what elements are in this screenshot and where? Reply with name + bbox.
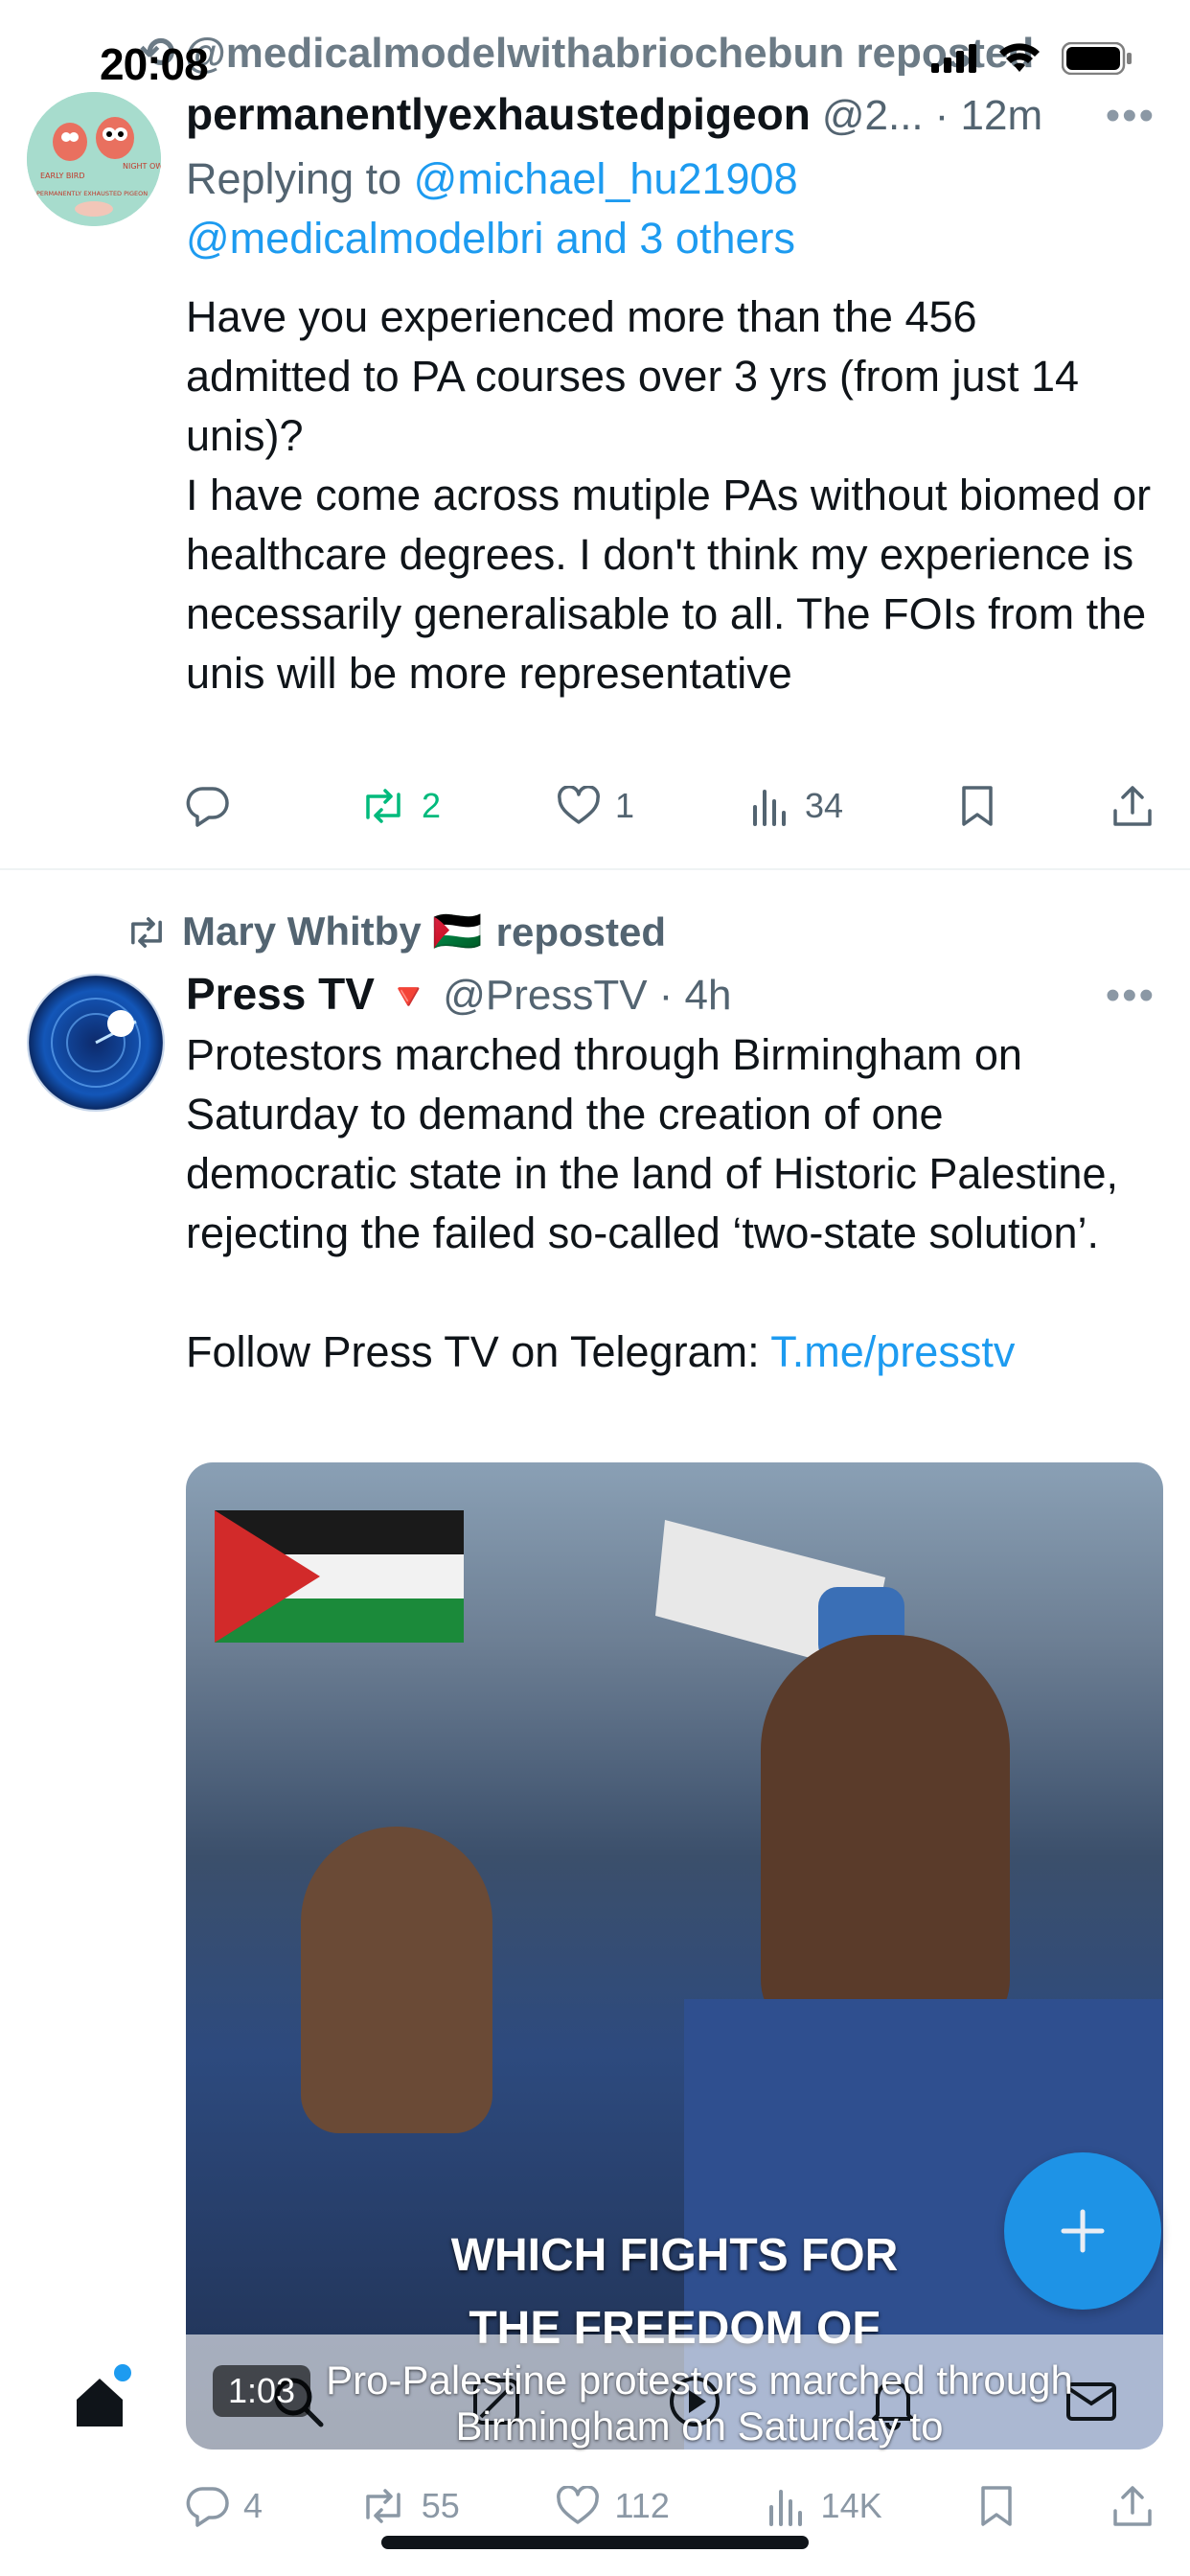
- bookmark-icon: [962, 786, 993, 826]
- like-count: 1: [614, 786, 634, 825]
- views-icon: [752, 790, 786, 826]
- battery-icon: [1062, 42, 1132, 75]
- share-button[interactable]: [1111, 2484, 1154, 2528]
- handle[interactable]: @2...: [822, 92, 924, 140]
- share-button[interactable]: [1111, 784, 1154, 828]
- replying-prefix: Replying to: [186, 154, 414, 203]
- like-count: 112: [614, 2486, 670, 2525]
- heart-icon: [558, 786, 600, 824]
- telegram-link[interactable]: T.me/presstv: [770, 1327, 1015, 1376]
- share-icon: [1113, 2486, 1152, 2526]
- repost-text: @medicalmodelwithabriochebun reposted: [184, 30, 1035, 77]
- bookmark-button[interactable]: [958, 784, 996, 828]
- reply-count: 4: [243, 2486, 263, 2525]
- tweet-text: Protestors marched through Birmingham on…: [186, 1025, 1154, 1382]
- bookmark-button[interactable]: [977, 2484, 1016, 2528]
- repost-button[interactable]: 2: [358, 786, 441, 826]
- affiliate-badge: 🔻: [385, 978, 432, 1018]
- tweet-paragraph: Protestors marched through Birmingham on…: [186, 1030, 1118, 1257]
- more-options-icon[interactable]: •••: [1106, 92, 1156, 140]
- reposter-name[interactable]: Mary Whitby 🇵🇸: [182, 908, 483, 955]
- tweet-text: Have you experienced more than the 456 a…: [186, 288, 1154, 703]
- signal-icon: [931, 44, 976, 73]
- reply-button[interactable]: 4: [186, 2485, 263, 2527]
- repost-icon: [365, 2489, 400, 2523]
- like-button[interactable]: 1: [556, 786, 634, 826]
- views-button[interactable]: 14K: [766, 2486, 882, 2526]
- repost-icon: [131, 916, 162, 948]
- handle[interactable]: @PressTV: [443, 972, 647, 1020]
- pigeon-avatar-icon: EARLY BIRD NIGHT OWL PERMANENTLY EXHAUST…: [27, 92, 161, 226]
- wifi-icon: [999, 43, 1040, 72]
- palestine-flag-image: [215, 1510, 464, 1643]
- views-icon: [768, 2490, 802, 2526]
- heart-icon: [557, 2486, 600, 2524]
- tweet-header: permanentlyexhaustedpigeon @2... · 12m: [186, 88, 1042, 140]
- repost-count: 2: [421, 786, 441, 825]
- like-button[interactable]: 112: [555, 2486, 670, 2526]
- reply-button[interactable]: [186, 785, 243, 827]
- display-name[interactable]: permanentlyexhaustedpigeon: [186, 88, 811, 140]
- avatar[interactable]: EARLY BIRD NIGHT OWL PERMANENTLY EXHAUST…: [27, 92, 161, 226]
- timestamp[interactable]: · 12m: [935, 92, 1042, 140]
- person-image: [301, 1827, 492, 2133]
- home-indicator[interactable]: [381, 2536, 809, 2549]
- repost-button[interactable]: 55: [358, 2486, 460, 2526]
- tweet-actions: 2 1 34: [186, 784, 1154, 828]
- share-icon: [1113, 786, 1152, 826]
- plus-icon: [1061, 2209, 1105, 2253]
- follow-text: Follow Press TV on Telegram:: [186, 1327, 771, 1376]
- status-icons: [931, 42, 1133, 75]
- svg-text:PERMANENTLY EXHAUSTED PIGEON: PERMANENTLY EXHAUSTED PIGEON: [36, 190, 148, 197]
- views-button[interactable]: 34: [749, 786, 843, 826]
- avatar[interactable]: [27, 974, 165, 1112]
- svg-text:NIGHT OWL: NIGHT OWL: [123, 162, 161, 171]
- repost-icon: [366, 789, 400, 823]
- tweet-divider: [0, 868, 1190, 870]
- tweet-paragraph: Have you experienced more than the 456 a…: [186, 292, 1080, 460]
- presstv-logo-icon: [51, 998, 141, 1088]
- view-count: 14K: [820, 2486, 882, 2525]
- home-tab[interactable]: [57, 2358, 143, 2445]
- svg-text:EARLY BIRD: EARLY BIRD: [40, 172, 84, 180]
- more-options-icon[interactable]: •••: [1106, 972, 1156, 1020]
- repost-suffix: reposted: [495, 908, 667, 954]
- compose-button[interactable]: [1004, 2152, 1161, 2310]
- replying-user-link[interactable]: @michael_hu21908: [414, 154, 798, 203]
- person-image: [761, 1635, 1010, 2037]
- reply-icon: [186, 787, 229, 827]
- repost-indicator: Mary Whitby 🇵🇸 reposted: [125, 908, 666, 955]
- video-title: Pro-Palestine protestors marched through…: [326, 2358, 1073, 2449]
- repost-count: 55: [421, 2486, 460, 2525]
- timestamp[interactable]: · 4h: [659, 972, 732, 1020]
- tweet-paragraph: I have come across mutiple PAs without b…: [186, 471, 1152, 698]
- bookmark-icon: [981, 2486, 1013, 2526]
- tweet-actions: 4 55 112 14K: [186, 2484, 1154, 2528]
- tweet-paragraph: Follow Press TV on Telegram: T.me/presst…: [186, 1322, 1154, 1382]
- notification-dot: [113, 2364, 131, 2381]
- tweet-header: Press TV 🔻 @PressTV · 4h: [186, 968, 731, 1020]
- replying-others-link[interactable]: @medicalmodelbri and 3 others: [186, 214, 795, 263]
- video-player[interactable]: WHICH FIGHTS FOR THE FREEDOM OF: [186, 1462, 1163, 2450]
- status-time: 20:08: [100, 39, 209, 89]
- display-name[interactable]: Press TV: [186, 968, 375, 1020]
- view-count: 34: [804, 786, 844, 825]
- reply-icon: [186, 2487, 229, 2527]
- replying-to: Replying to @michael_hu21908 @medicalmod…: [186, 150, 1154, 268]
- repost-indicator: ⟲ @medicalmodelwithabriochebun reposted: [140, 29, 1034, 78]
